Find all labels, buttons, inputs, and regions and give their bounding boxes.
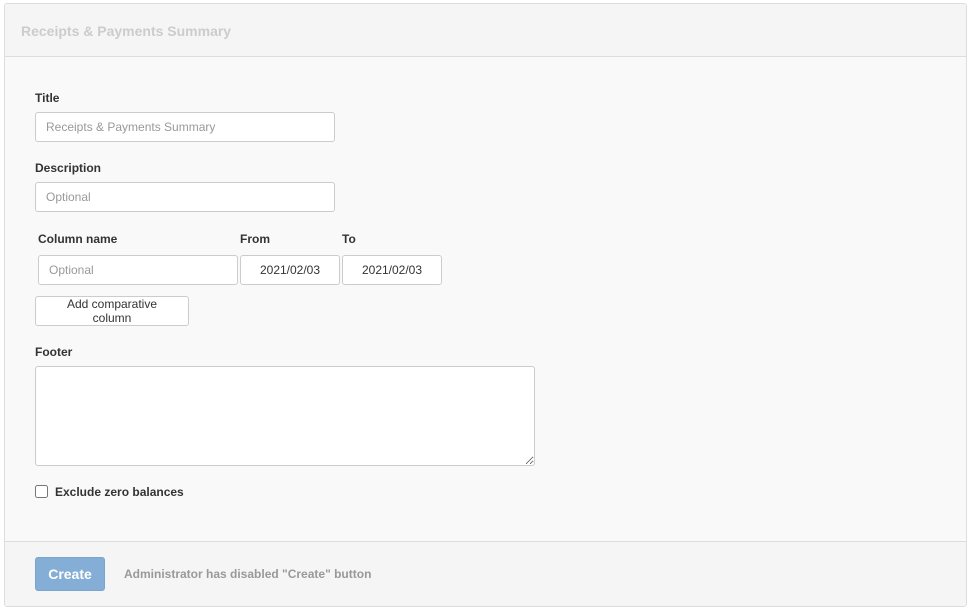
panel-header: Receipts & Payments Summary xyxy=(5,4,966,57)
footer-label: Footer xyxy=(35,345,73,359)
from-header: From xyxy=(240,232,270,246)
exclude-zero-checkbox[interactable] xyxy=(35,485,48,498)
add-comparative-column-button[interactable]: Add comparative column xyxy=(35,296,189,326)
title-input[interactable] xyxy=(35,112,335,142)
to-date-input[interactable] xyxy=(342,255,442,285)
column-name-header: Column name xyxy=(38,232,118,246)
create-button[interactable]: Create xyxy=(35,557,105,591)
description-input[interactable] xyxy=(35,182,335,212)
column-name-input[interactable] xyxy=(38,255,238,285)
to-header: To xyxy=(342,232,356,246)
title-label: Title xyxy=(35,91,60,105)
from-date-input[interactable] xyxy=(240,255,340,285)
create-disabled-note: Administrator has disabled "Create" butt… xyxy=(124,567,372,581)
exclude-zero-label: Exclude zero balances xyxy=(55,485,184,499)
panel-title: Receipts & Payments Summary xyxy=(21,23,232,39)
description-label: Description xyxy=(35,161,102,175)
footer-textarea[interactable] xyxy=(35,366,535,466)
